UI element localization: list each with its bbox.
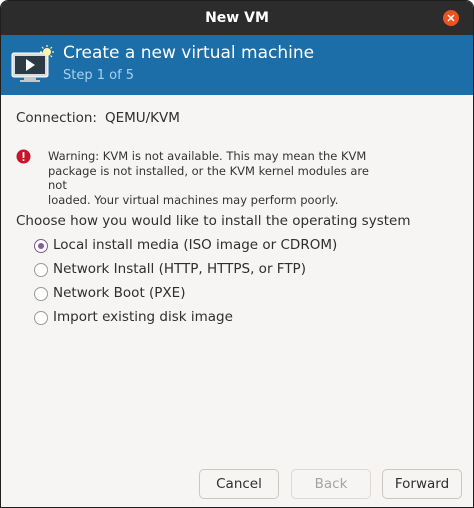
back-button[interactable]: Back [291, 469, 371, 499]
radio-label: Local install media (ISO image or CDROM) [53, 237, 338, 253]
kvm-warning-text: Warning: KVM is not available. This may … [48, 149, 378, 207]
connection-value: QEMU/KVM [104, 110, 180, 126]
radio-button[interactable] [34, 263, 48, 277]
dialog-content: Connection: QEMU/KVM Warning: KVM is not … [1, 95, 473, 507]
warning-line: loaded. Your virtual machines may perfor… [48, 192, 339, 207]
new-vm-dialog: New VM Create a new virtual machine Step… [0, 0, 474, 508]
error-icon [16, 149, 31, 164]
virtual-machine-icon [11, 45, 54, 82]
install-method-prompt: Choose how you would like to install the… [16, 213, 411, 229]
radio-button[interactable] [34, 311, 48, 325]
connection-label: Connection: [16, 110, 97, 126]
close-icon [447, 14, 455, 22]
radio-label: Network Boot (PXE) [53, 285, 186, 301]
title-bar[interactable]: New VM [1, 1, 473, 35]
warning-line: package is not installed, or the KVM ker… [48, 163, 369, 193]
radio-button[interactable] [34, 287, 48, 301]
warning-line: Warning: KVM is not available. This may … [48, 149, 367, 163]
window-title: New VM [205, 10, 269, 26]
wizard-step: Step 1 of 5 [63, 68, 135, 83]
radio-button-selected[interactable] [34, 239, 48, 253]
connection-row: Connection: QEMU/KVM [16, 110, 180, 126]
wizard-header: Create a new virtual machine Step 1 of 5 [1, 35, 473, 95]
forward-button[interactable]: Forward [382, 469, 462, 499]
radio-label: Network Install (HTTP, HTTPS, or FTP) [53, 261, 306, 277]
radio-label: Import existing disk image [53, 309, 233, 325]
cancel-button[interactable]: Cancel [199, 469, 279, 499]
wizard-title: Create a new virtual machine [63, 43, 315, 63]
close-button[interactable] [443, 10, 459, 26]
